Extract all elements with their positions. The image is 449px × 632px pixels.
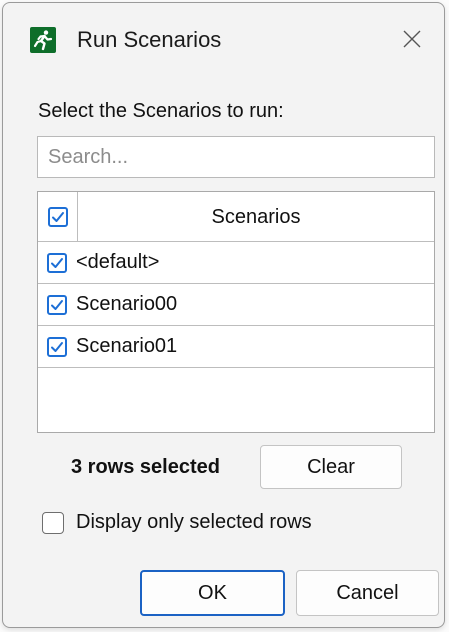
table-row[interactable]: Scenario00 <box>38 284 434 326</box>
row-checkbox[interactable] <box>47 336 67 357</box>
checkmark-icon <box>51 299 63 310</box>
select-all-checkbox[interactable] <box>47 207 68 227</box>
column-header-scenarios[interactable]: Scenarios <box>78 192 434 242</box>
dialog-title: Run Scenarios <box>77 27 222 52</box>
instruction-label: Select the Scenarios to run: <box>38 100 284 122</box>
row-checkbox[interactable] <box>47 294 67 315</box>
display-only-selected-checkbox[interactable] <box>42 511 64 534</box>
table-row[interactable]: Scenario01 <box>38 326 434 368</box>
clear-button[interactable]: Clear <box>260 445 402 489</box>
table-row[interactable]: <default> <box>38 242 434 284</box>
checkmark-icon <box>51 341 63 352</box>
row-label: Scenario01 <box>76 335 178 357</box>
select-all-cell <box>38 192 78 242</box>
ok-button[interactable]: OK <box>140 570 285 616</box>
running-man-icon <box>30 27 56 53</box>
close-icon <box>403 30 421 48</box>
checkmark-icon <box>51 257 63 268</box>
search-input[interactable] <box>37 136 435 178</box>
checkmark-icon <box>51 212 64 222</box>
title-bar: Run Scenarios <box>3 3 444 79</box>
display-only-selected-option[interactable]: Display only selected rows <box>42 511 312 534</box>
selection-status: 3 rows selected <box>71 456 220 478</box>
row-label: <default> <box>76 251 160 273</box>
row-checkbox[interactable] <box>47 252 67 273</box>
table-header: Scenarios <box>38 192 434 242</box>
display-only-selected-label: Display only selected rows <box>76 511 312 533</box>
scenarios-table: Scenarios <default> Scenario00 Scenario0… <box>37 191 435 433</box>
close-button[interactable] <box>390 17 434 61</box>
run-scenarios-dialog: Run Scenarios Select the Scenarios to ru… <box>2 2 445 628</box>
row-label: Scenario00 <box>76 293 178 315</box>
cancel-button[interactable]: Cancel <box>296 570 439 616</box>
